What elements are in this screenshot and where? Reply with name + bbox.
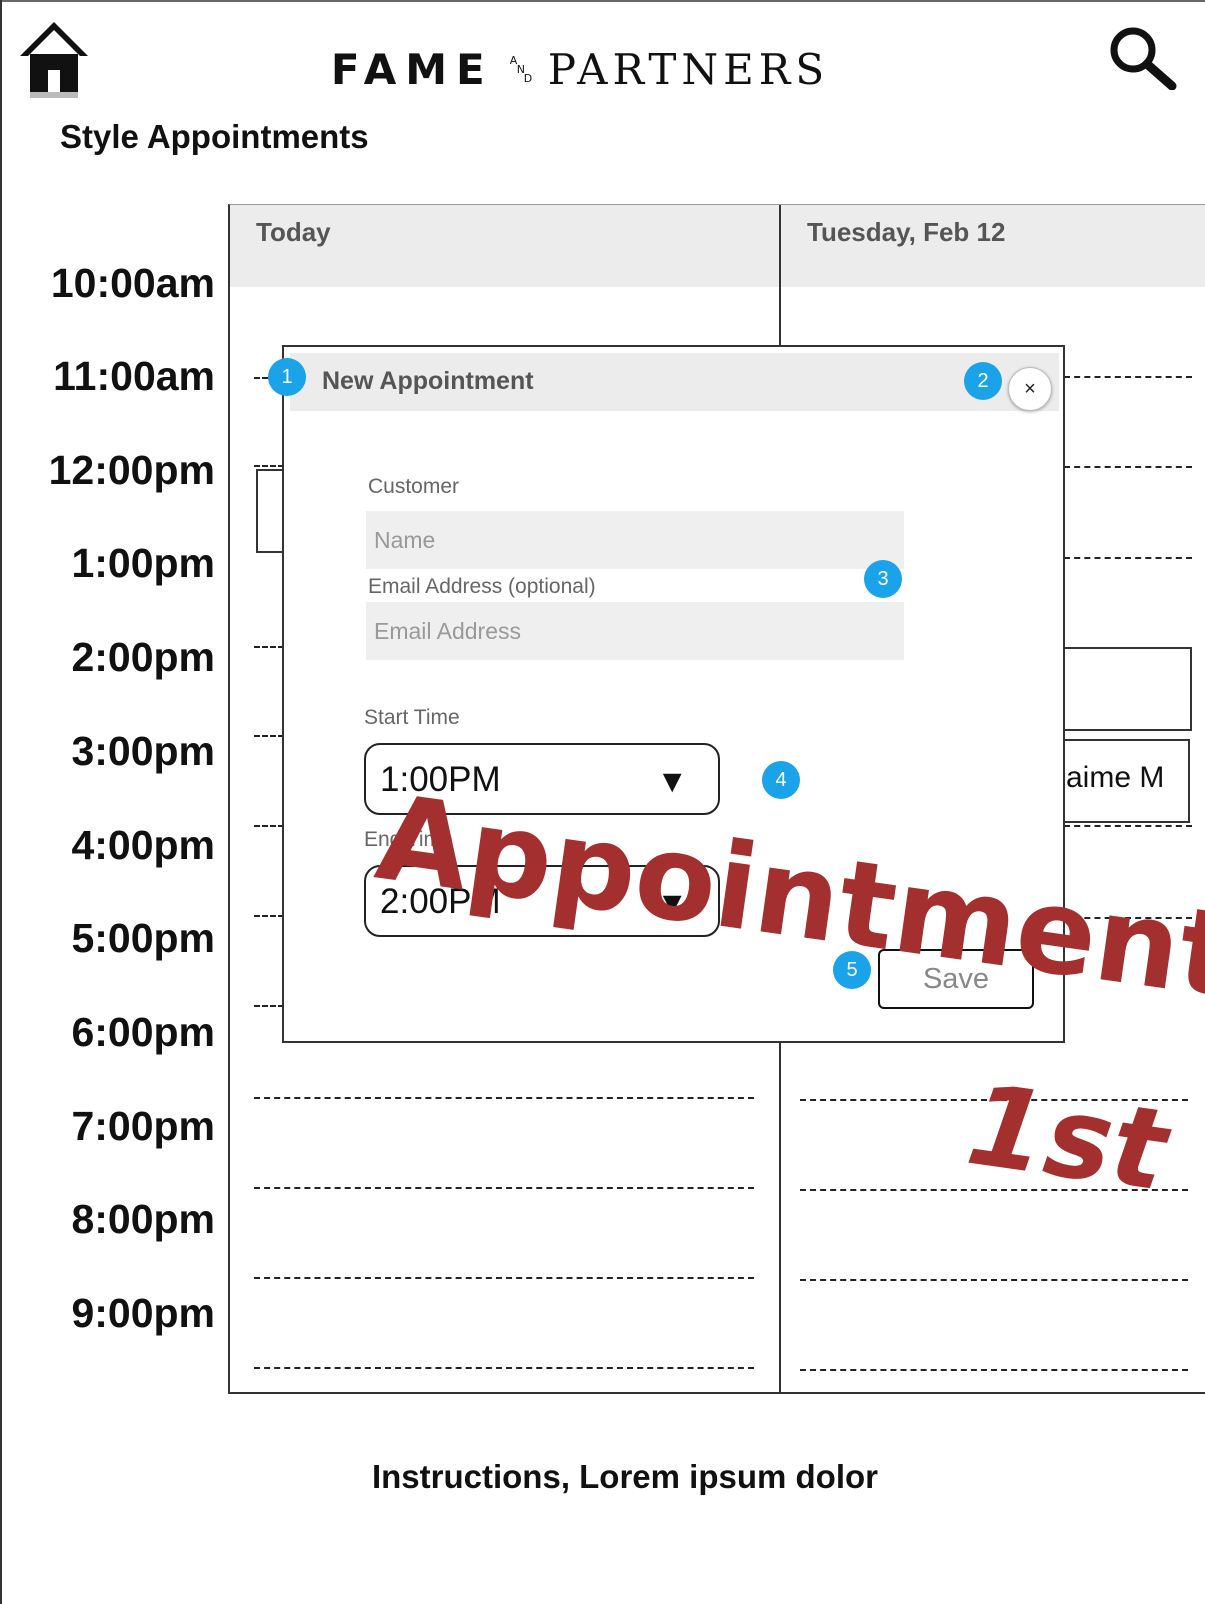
time-label-4pm: 4:00pm <box>71 822 215 868</box>
slot-line <box>254 1277 754 1279</box>
brand-logo: FAME A N D PARTNERS <box>320 42 840 96</box>
time-label-2pm: 2:00pm <box>71 634 215 680</box>
time-label-3pm: 3:00pm <box>71 728 215 774</box>
start-time-label: Start Time <box>364 706 460 729</box>
slot-line <box>1064 917 1192 919</box>
annotation-badge-3: 3 <box>864 560 902 598</box>
slot-line <box>800 1189 1188 1191</box>
page-left-border <box>0 0 2 1604</box>
brand-and-d: D <box>523 72 533 85</box>
start-time-value: 1:00PM <box>380 760 501 799</box>
instructions-text: Instructions, Lorem ipsum dolor <box>371 1458 879 1495</box>
time-label-5pm: 5:00pm <box>71 915 215 961</box>
brand-and-mark: A N D <box>508 52 534 86</box>
appointment-customer-name: aime M <box>1066 761 1165 794</box>
slot-line <box>254 825 284 827</box>
slot-line <box>1064 825 1192 827</box>
slot-line <box>254 1005 284 1007</box>
slot-line <box>800 1099 1188 1101</box>
customer-label: Customer <box>368 475 460 498</box>
slot-line <box>800 1369 1188 1371</box>
save-button[interactable]: Save <box>878 949 1034 1009</box>
brand-name-partners: PARTNERS <box>547 44 830 94</box>
home-icon[interactable] <box>18 20 90 98</box>
slot-line <box>254 465 284 467</box>
time-label-11am: 11:00am <box>53 353 215 399</box>
annotation-badge-4: 4 <box>762 761 800 799</box>
time-label-7pm: 7:00pm <box>71 1103 215 1149</box>
annotation-badge-2: 2 <box>964 362 1002 400</box>
time-label-8pm: 8:00pm <box>71 1196 215 1242</box>
end-time-select[interactable]: 2:00PM ▼ <box>364 865 720 937</box>
time-label-12pm: 12:00pm <box>48 447 215 493</box>
dialog-title: New Appointment <box>322 367 534 395</box>
slot-line <box>1064 557 1192 559</box>
dropdown-arrow-icon: ▼ <box>656 885 688 921</box>
time-label-1pm: 1:00pm <box>71 540 215 586</box>
name-input[interactable]: Name <box>366 511 904 569</box>
time-label-9pm: 9:00pm <box>71 1290 215 1336</box>
slot-line <box>1064 376 1192 378</box>
annotation-badge-1: 1 <box>268 358 306 396</box>
page-title: Style Appointments <box>60 118 369 155</box>
column-header-tuesday: Tuesday, Feb 12 <box>781 205 1205 287</box>
appointment-slot[interactable] <box>1060 647 1192 731</box>
dropdown-arrow-icon: ▼ <box>656 763 688 799</box>
time-label-10am: 10:00am <box>50 260 215 306</box>
email-label: Email Address (optional) <box>368 575 596 598</box>
dialog-header: New Appointment × <box>290 353 1059 411</box>
close-button[interactable]: × <box>1008 367 1052 411</box>
appointment-slot-booked[interactable]: aime M <box>1060 739 1190 823</box>
slot-line <box>254 1367 754 1369</box>
slot-line <box>254 735 284 737</box>
search-icon[interactable] <box>1108 26 1178 90</box>
time-label-6pm: 6:00pm <box>71 1009 215 1055</box>
slot-line <box>800 1279 1188 1281</box>
end-time-label: End Time <box>364 828 453 851</box>
slot-line <box>254 1187 754 1189</box>
slot-line <box>254 646 284 648</box>
slot-line <box>254 1097 754 1099</box>
slot-line <box>254 915 284 917</box>
brand-name-fame: FAME <box>330 44 494 94</box>
start-time-select[interactable]: 1:00PM ▼ <box>364 743 720 815</box>
end-time-value: 2:00PM <box>380 882 501 921</box>
column-header-today: Today <box>230 205 779 287</box>
page-top-border <box>0 0 1205 2</box>
new-appointment-dialog: New Appointment × Customer Name Email Ad… <box>282 345 1065 1043</box>
annotation-badge-5: 5 <box>833 951 871 989</box>
email-input[interactable]: Email Address <box>366 602 904 660</box>
slot-line <box>1064 466 1192 468</box>
